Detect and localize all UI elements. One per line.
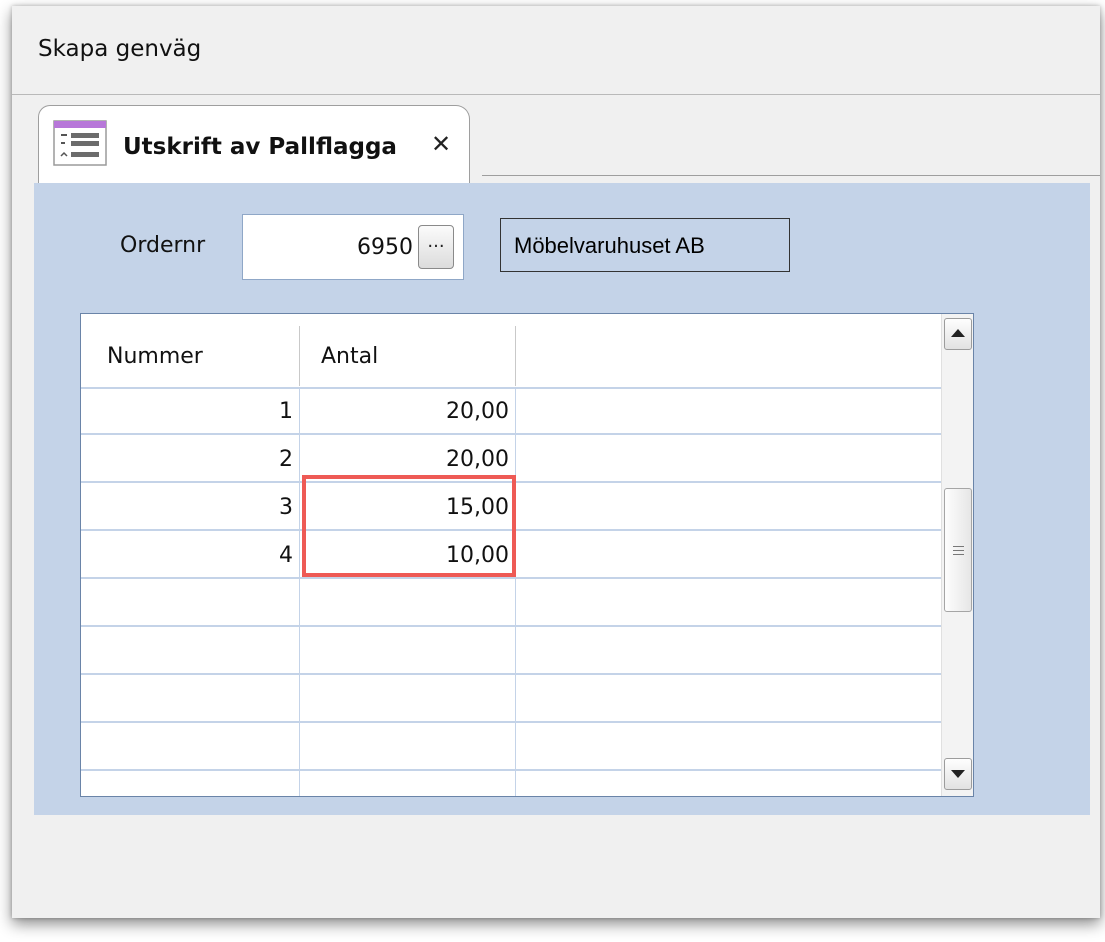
tab-strip: Utskrift av Pallflagga ✕ bbox=[12, 95, 1100, 184]
ordernr-lookup-button[interactable]: ... bbox=[418, 225, 454, 269]
grip-line bbox=[953, 546, 964, 547]
arrow-up-icon bbox=[951, 329, 965, 337]
tab-utskrift-av-pallflagga[interactable]: Utskrift av Pallflagga ✕ bbox=[38, 105, 470, 184]
table-row[interactable] bbox=[81, 579, 941, 627]
customer-name-display: Möbelvaruhuset AB bbox=[500, 218, 790, 272]
table-row[interactable]: 3 15,00 bbox=[81, 483, 941, 531]
menu-bar: Skapa genväg bbox=[12, 6, 1100, 95]
cell-nummer[interactable]: 1 bbox=[81, 387, 299, 433]
tab-strip-divider bbox=[482, 175, 1100, 176]
cell-antal[interactable] bbox=[299, 675, 515, 721]
scroll-up-button[interactable] bbox=[944, 318, 972, 350]
grip-line bbox=[953, 554, 964, 555]
app-window: Skapa genväg Utskrift av Pallflagga ✕ Or… bbox=[12, 6, 1100, 918]
column-header-nummer[interactable]: Nummer bbox=[107, 344, 203, 369]
grip-line bbox=[953, 550, 964, 551]
cell-antal[interactable] bbox=[299, 723, 515, 769]
column-header-antal[interactable]: Antal bbox=[321, 344, 378, 369]
cell-antal[interactable]: 15,00 bbox=[299, 483, 515, 529]
vertical-scrollbar[interactable] bbox=[941, 314, 973, 796]
cell-nummer[interactable] bbox=[81, 627, 299, 673]
cell-nummer[interactable]: 4 bbox=[81, 531, 299, 577]
cell-antal[interactable]: 10,00 bbox=[299, 531, 515, 577]
cell-nummer[interactable]: 2 bbox=[81, 435, 299, 481]
table-row[interactable] bbox=[81, 723, 941, 771]
cell-antal[interactable]: 20,00 bbox=[299, 435, 515, 481]
grid-header: Nummer Antal bbox=[81, 314, 941, 389]
table-row[interactable] bbox=[81, 675, 941, 723]
ordernr-label: Ordernr bbox=[120, 233, 206, 258]
cell-nummer[interactable] bbox=[81, 675, 299, 721]
column-separator bbox=[299, 326, 300, 386]
table-row[interactable]: 2 20,00 bbox=[81, 435, 941, 483]
cell-antal[interactable]: 20,00 bbox=[299, 387, 515, 433]
column-gridline bbox=[515, 387, 516, 796]
scroll-down-button[interactable] bbox=[944, 758, 972, 790]
close-icon[interactable]: ✕ bbox=[431, 130, 451, 158]
report-form-icon bbox=[53, 120, 107, 166]
tab-label: Utskrift av Pallflagga bbox=[123, 134, 397, 160]
cell-nummer[interactable] bbox=[81, 723, 299, 769]
form-panel: Ordernr ... Möbelvaruhuset AB Nummer Ant… bbox=[34, 183, 1090, 815]
cell-antal[interactable] bbox=[299, 579, 515, 625]
grid-rows: 1 20,00 2 20,00 3 15,00 4 10,00 bbox=[81, 387, 941, 771]
cell-antal[interactable] bbox=[299, 627, 515, 673]
table-row[interactable]: 1 20,00 bbox=[81, 387, 941, 435]
cell-nummer[interactable]: 3 bbox=[81, 483, 299, 529]
column-separator bbox=[515, 326, 516, 386]
cell-nummer[interactable] bbox=[81, 579, 299, 625]
table-row[interactable]: 4 10,00 bbox=[81, 531, 941, 579]
scroll-thumb[interactable] bbox=[944, 488, 972, 612]
pallet-grid[interactable]: Nummer Antal 1 20,00 2 20,00 3 15,00 4 1… bbox=[80, 313, 974, 797]
table-row[interactable] bbox=[81, 627, 941, 675]
column-gridline bbox=[299, 387, 300, 796]
arrow-down-icon bbox=[951, 770, 965, 778]
create-shortcut-menu-item[interactable]: Skapa genväg bbox=[38, 36, 201, 62]
